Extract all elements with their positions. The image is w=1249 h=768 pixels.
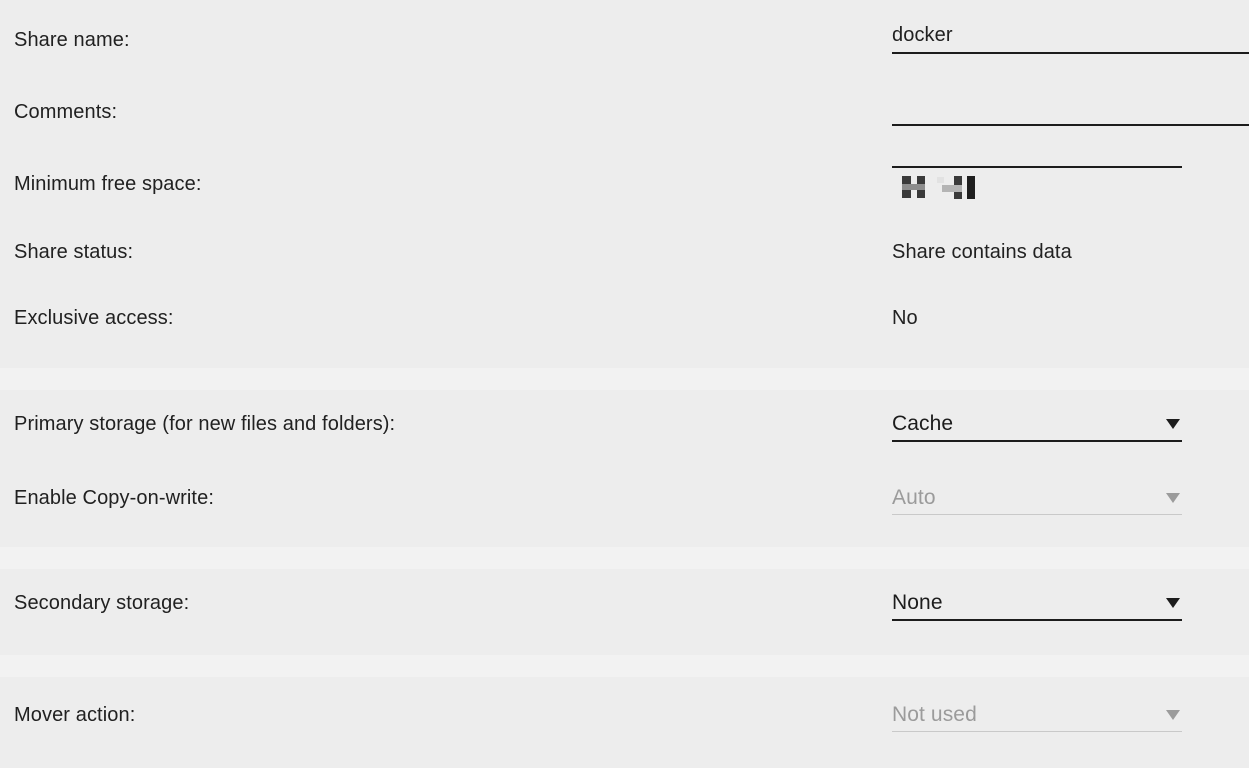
label-copy-on-write: Enable Copy-on-write: bbox=[14, 487, 214, 509]
mover-action-select[interactable]: Not used bbox=[892, 699, 1182, 732]
row-share-name: Share name: docker bbox=[0, 0, 1249, 72]
label-share-status: Share status: bbox=[14, 241, 134, 263]
control-primary-storage: Cache bbox=[892, 408, 1182, 442]
section-divider-3 bbox=[0, 655, 1249, 677]
section-divider-2 bbox=[0, 547, 1249, 569]
copy-on-write-underline bbox=[892, 514, 1182, 515]
label-share-name: Share name: bbox=[14, 29, 130, 51]
secondary-storage-select[interactable]: None bbox=[892, 587, 1182, 621]
chevron-down-icon bbox=[1166, 419, 1180, 429]
primary-storage-value: Cache bbox=[892, 412, 954, 435]
control-comments bbox=[892, 94, 1249, 126]
secondary-storage-underline bbox=[892, 619, 1182, 621]
minimum-free-space-underline bbox=[892, 166, 1182, 168]
comments-underline bbox=[892, 124, 1249, 126]
control-exclusive-access: No bbox=[892, 306, 918, 330]
row-comments: Comments: bbox=[0, 72, 1249, 144]
control-minimum-free-space bbox=[892, 166, 1182, 199]
row-secondary-storage: Secondary storage: None bbox=[0, 569, 1249, 655]
label-secondary-storage: Secondary storage: bbox=[14, 592, 190, 614]
row-minimum-free-space: Minimum free space: bbox=[0, 144, 1249, 216]
control-share-name: docker bbox=[892, 22, 1249, 54]
row-mover-action: Mover action: Not used bbox=[0, 677, 1249, 768]
copy-on-write-value: Auto bbox=[892, 486, 936, 509]
primary-storage-select[interactable]: Cache bbox=[892, 408, 1182, 442]
share-name-input[interactable]: docker bbox=[892, 22, 1249, 54]
chevron-down-icon bbox=[1166, 710, 1180, 720]
exclusive-access-value: No bbox=[892, 307, 918, 329]
mover-action-value: Not used bbox=[892, 703, 977, 726]
row-copy-on-write: Enable Copy-on-write: Auto bbox=[0, 466, 1249, 540]
row-share-status: Share status: Share contains data bbox=[0, 216, 1249, 282]
share-settings-form: Share name: docker Comments: Minimum fre… bbox=[0, 0, 1249, 768]
section-divider-1 bbox=[0, 368, 1249, 390]
label-minimum-free-space: Minimum free space: bbox=[14, 173, 202, 195]
share-status-value: Share contains data bbox=[892, 241, 1072, 263]
section-primary-storage: Primary storage (for new files and folde… bbox=[0, 390, 1249, 547]
control-copy-on-write: Auto bbox=[892, 482, 1182, 515]
chevron-down-icon bbox=[1166, 493, 1180, 503]
copy-on-write-select[interactable]: Auto bbox=[892, 482, 1182, 515]
label-exclusive-access: Exclusive access: bbox=[14, 307, 174, 329]
mover-action-underline bbox=[892, 731, 1182, 732]
control-share-status: Share contains data bbox=[892, 240, 1072, 264]
minimum-free-space-input[interactable] bbox=[892, 166, 1182, 199]
row-primary-storage: Primary storage (for new files and folde… bbox=[0, 390, 1249, 466]
control-mover-action: Not used bbox=[892, 699, 1182, 732]
chevron-down-icon bbox=[1166, 598, 1180, 608]
primary-storage-underline bbox=[892, 440, 1182, 442]
control-secondary-storage: None bbox=[892, 587, 1182, 621]
section-secondary-storage: Secondary storage: None bbox=[0, 569, 1249, 655]
section-mover: Mover action: Not used bbox=[0, 677, 1249, 768]
comments-input[interactable] bbox=[892, 94, 1249, 126]
label-primary-storage: Primary storage (for new files and folde… bbox=[14, 413, 396, 435]
share-name-value: docker bbox=[892, 24, 953, 46]
secondary-storage-value: None bbox=[892, 591, 943, 614]
share-name-underline bbox=[892, 52, 1249, 54]
comments-value bbox=[892, 94, 1249, 124]
row-exclusive-access: Exclusive access: No bbox=[0, 282, 1249, 348]
section-share-identity: Share name: docker Comments: Minimum fre… bbox=[0, 0, 1249, 368]
label-mover-action: Mover action: bbox=[14, 704, 136, 726]
label-comments: Comments: bbox=[14, 101, 118, 123]
